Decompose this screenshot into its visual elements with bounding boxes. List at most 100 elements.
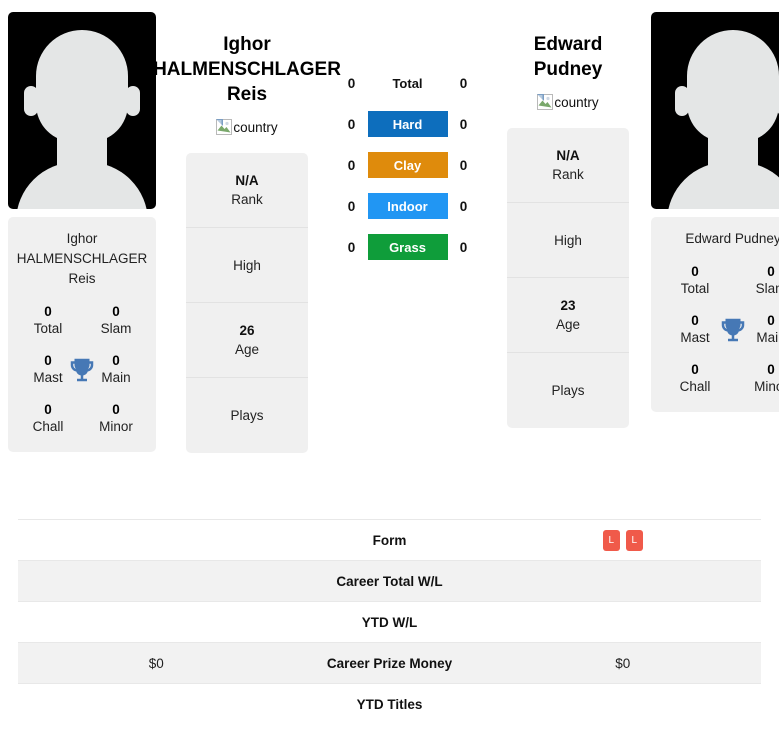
right-country-flag-broken: country [537, 94, 599, 110]
comparison-stats-table: Form L L Career Total W/L YTD W/L $0 Car… [0, 519, 779, 724]
right-title-chall-value: 0 [691, 362, 699, 377]
left-info-card: N/A Rank High 26 Age Plays [186, 153, 308, 453]
h2h-total-left-value: 0 [347, 75, 356, 91]
player-avatar-right [651, 12, 779, 209]
left-title-total-label: Total [33, 321, 63, 336]
left-title-total: 0 Total [14, 303, 82, 338]
right-title-minor-value: 0 [767, 362, 775, 377]
avatar-silhouette-head [687, 30, 779, 142]
left-titles-card: Ighor HALMENSCHLAGER Reis 0 Total 0 Slam… [8, 217, 156, 452]
left-card-player-name: Ighor HALMENSCHLAGER Reis [14, 229, 150, 289]
right-info-age-label: Age [555, 316, 581, 332]
avatar-silhouette-head [36, 30, 128, 142]
broken-image-icon [216, 119, 233, 135]
right-card-name-line-1: Edward Pudney [685, 231, 779, 246]
right-info-rank: N/A Rank [507, 128, 629, 203]
right-title-total-label: Total [680, 281, 710, 296]
form-badge-loss-1[interactable]: L [602, 529, 620, 551]
avatar-silhouette-ear-left [675, 86, 689, 116]
left-country-alt-text: country [233, 119, 278, 135]
right-titles-card: Edward Pudney 0 Total 0 Slam 0 Mast 0 Ma… [651, 217, 779, 412]
row-career-total-wl-label: Career Total W/L [336, 573, 443, 589]
head-to-head-column: 0 Total 0 0 Hard 0 0 Clay 0 0 Indoor 0 0… [330, 12, 485, 260]
row-ytd-wl-label: YTD W/L [361, 614, 418, 630]
right-player-name: Edward Pudney [534, 32, 603, 82]
surface-badge-grass[interactable]: Grass [367, 234, 448, 260]
left-name-line-1: Ighor [223, 34, 271, 55]
right-title-slam-label: Slam [755, 281, 779, 296]
row-career-prize-money-right-value: $0 [615, 655, 631, 671]
h2h-row-total: 0 Total 0 [330, 70, 485, 96]
left-title-minor: 0 Minor [82, 401, 150, 436]
surface-badge-clay[interactable]: Clay [367, 152, 448, 178]
left-title-chall-value: 0 [44, 402, 52, 417]
table-row: YTD W/L [18, 601, 761, 642]
surface-badge-indoor[interactable]: Indoor [367, 193, 448, 219]
left-title-chall-label: Chall [32, 419, 64, 434]
left-title-total-value: 0 [44, 304, 52, 319]
player-comparison-header: Ighor HALMENSCHLAGER Reis 0 Total 0 Slam… [0, 0, 779, 519]
left-title-slam-label: Slam [100, 321, 132, 336]
right-info-age-value: 23 [560, 297, 576, 313]
right-name-line-1: Edward [533, 34, 603, 55]
h2h-indoor-right-value: 0 [459, 198, 468, 214]
h2h-row-indoor: 0 Indoor 0 [330, 193, 485, 219]
left-title-minor-value: 0 [112, 402, 120, 417]
surface-badge-hard[interactable]: Hard [367, 111, 448, 137]
form-badge-loss-2[interactable]: L [625, 529, 643, 551]
left-country-flag-broken: country [216, 119, 278, 135]
left-info-high: High [186, 228, 308, 303]
h2h-row-grass: 0 Grass 0 [330, 234, 485, 260]
avatar-silhouette-ear-right [126, 86, 140, 116]
left-title-chall: 0 Chall [14, 401, 82, 436]
form-badge-group: L L [602, 529, 643, 551]
table-row: Form L L [18, 519, 761, 560]
h2h-grass-left-value: 0 [347, 239, 356, 255]
left-card-name-line-2: HALMENSCHLAGER [16, 251, 148, 266]
right-info-rank-label: Rank [552, 166, 584, 182]
left-name-line-3: Reis [226, 84, 268, 105]
table-row: Career Total W/L [18, 560, 761, 601]
row-form-right-value: L L [485, 529, 762, 551]
trophy-icon [67, 355, 97, 385]
left-info-plays: Plays [186, 378, 308, 453]
left-title-slam-value: 0 [112, 304, 120, 319]
left-card-name-line-1: Ighor [66, 231, 98, 246]
avatar-silhouette-ear-left [24, 86, 38, 116]
right-title-minor-label: Minor [754, 379, 779, 394]
surface-badge-total: Total [392, 75, 423, 91]
left-title-minor-label: Minor [99, 419, 133, 434]
left-info-rank-value: N/A [235, 172, 259, 188]
h2h-grass-right-value: 0 [459, 239, 468, 255]
right-info-high: High [507, 203, 629, 278]
h2h-row-clay: 0 Clay 0 [330, 152, 485, 178]
left-card-name-line-3: Reis [68, 271, 96, 286]
left-name-line-2: HALMENSCHLAGER [153, 59, 341, 80]
right-titles-grid: 0 Total 0 Slam 0 Mast 0 Main 0 Chall [657, 263, 779, 396]
h2h-total-right-value: 0 [459, 75, 468, 91]
right-info-high-label: High [554, 232, 582, 248]
left-title-slam: 0 Slam [82, 303, 150, 338]
right-title-total: 0 Total [657, 263, 733, 298]
right-title-minor: 0 Minor [733, 361, 779, 396]
broken-image-icon [537, 94, 554, 110]
right-info-age: 23 Age [507, 278, 629, 353]
avatar-silhouette-body [16, 162, 148, 209]
right-title-chall-label: Chall [679, 379, 711, 394]
left-info-high-label: High [233, 257, 261, 273]
right-info-rank-value: N/A [556, 147, 580, 163]
table-row: YTD Titles [18, 683, 761, 724]
left-name-column: Ighor HALMENSCHLAGER Reis country N/A Ra… [153, 12, 341, 453]
left-info-age-label: Age [234, 341, 260, 357]
left-info-age: 26 Age [186, 303, 308, 378]
row-ytd-titles-label: YTD Titles [356, 696, 423, 712]
row-form-label: Form [372, 532, 407, 548]
right-name-line-2: Pudney [533, 59, 603, 80]
row-career-prize-money-left-value: $0 [148, 655, 164, 671]
right-title-slam: 0 Slam [733, 263, 779, 298]
table-row: $0 Career Prize Money $0 [18, 642, 761, 683]
h2h-clay-left-value: 0 [347, 157, 356, 173]
right-info-plays: Plays [507, 353, 629, 428]
h2h-indoor-left-value: 0 [347, 198, 356, 214]
avatar-silhouette-body [667, 162, 779, 209]
